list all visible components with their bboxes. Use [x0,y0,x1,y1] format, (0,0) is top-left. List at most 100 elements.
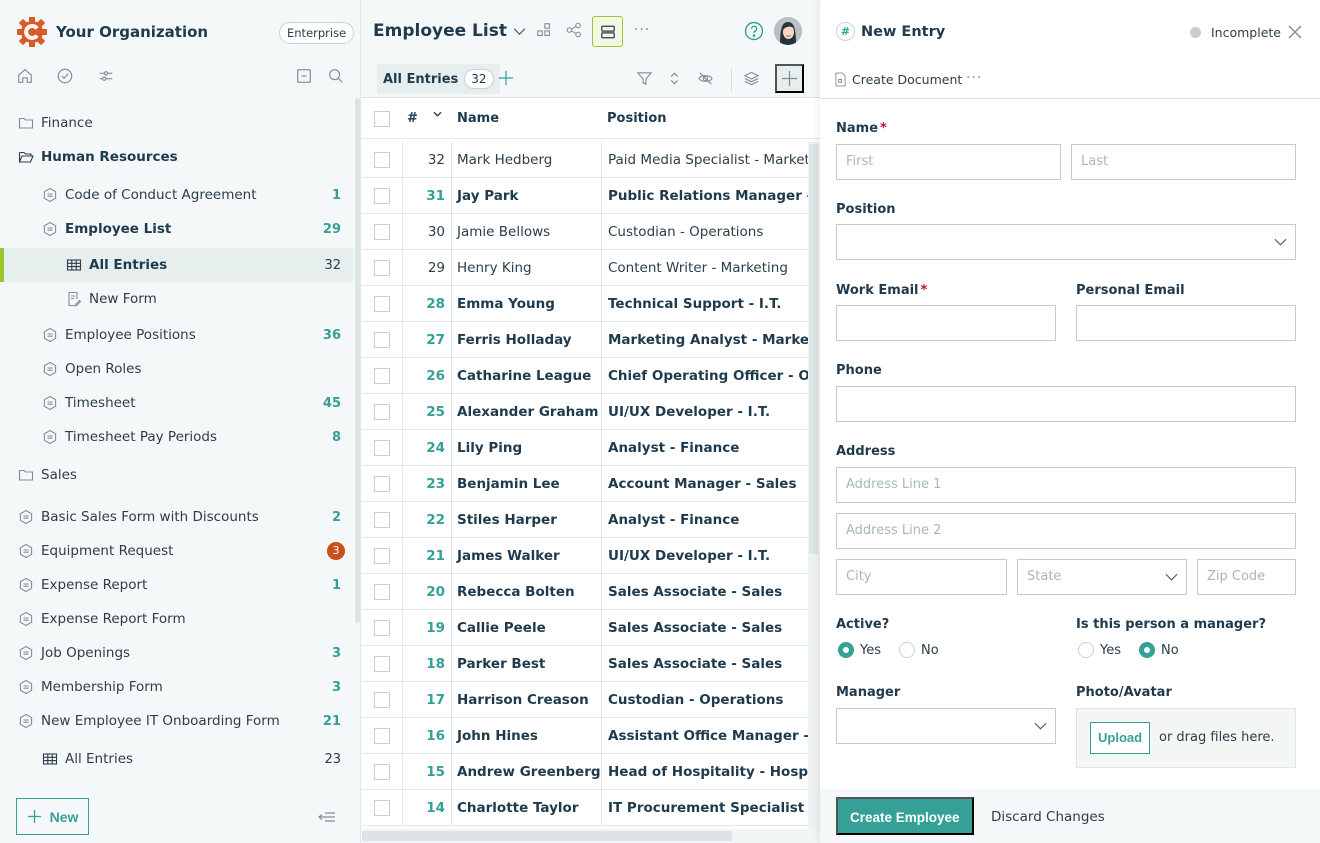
sort-desc-icon[interactable] [433,111,442,118]
row-checkbox[interactable] [374,368,390,384]
collapse-all-icon[interactable] [295,67,315,87]
radio-empty-icon[interactable] [1078,642,1094,658]
radio-selected-icon[interactable] [838,642,854,658]
sidebar-item[interactable]: New Employee IT Onboarding Form 21 [0,704,353,738]
split-layout-button[interactable] [592,16,623,47]
panel-more-icon[interactable]: ··· [966,70,982,86]
sidebar-item[interactable]: Code of Conduct Agreement 1 [0,178,353,212]
org-brand[interactable]: Your Organization [16,16,208,48]
help-icon[interactable] [744,21,764,41]
home-icon[interactable] [16,67,36,87]
tab-all-entries[interactable]: All Entries 32 [377,64,500,94]
phone-input[interactable] [836,386,1296,422]
table-row[interactable]: 30 Jamie Bellows Custodian - Operations [362,214,808,250]
table-row[interactable]: 25 Alexander Graham UI/UX Developer - I.T. [362,394,808,430]
photo-dropzone[interactable]: Upload or drag files here. [1076,708,1296,768]
table-horizontal-scrollbar[interactable] [362,829,820,843]
user-avatar[interactable] [774,17,802,45]
row-checkbox[interactable] [374,188,390,204]
sidebar-item[interactable]: Open Roles [0,352,353,386]
create-employee-button[interactable]: Create Employee [836,797,974,835]
collapse-sidebar-icon[interactable] [318,810,336,824]
sidebar-item[interactable]: Finance [0,106,353,140]
sidebar-item[interactable]: Employee List 29 [0,212,353,246]
row-checkbox[interactable] [374,476,390,492]
position-select[interactable] [836,224,1296,260]
row-checkbox[interactable] [374,620,390,636]
row-checkbox[interactable] [374,728,390,744]
add-entry-button[interactable] [775,64,804,93]
sort-icon[interactable] [666,70,684,88]
address-line2-input[interactable]: Address Line 2 [836,513,1296,549]
row-checkbox[interactable] [374,764,390,780]
table-row[interactable]: 23 Benjamin Lee Account Manager - Sales [362,466,808,502]
table-row[interactable]: 28 Emma Young Technical Support - I.T. [362,286,808,322]
last-name-input[interactable]: Last [1071,144,1296,180]
is-manager-yes-option[interactable]: Yes [1078,642,1121,658]
scroll-thumb[interactable] [362,831,732,841]
table-row[interactable]: 15 Andrew Greenberg Head of Hospitality - … [362,754,808,790]
sidebar-item[interactable]: Sales [0,458,353,492]
table-row[interactable]: 32 Mark Hedberg Paid Media Specialist - Ma… [362,142,808,178]
work-email-input[interactable] [836,305,1056,341]
check-circle-icon[interactable] [56,67,76,87]
table-vertical-scrollbar[interactable] [808,142,820,832]
active-no-option[interactable]: No [899,642,939,658]
sidebar-item[interactable]: Membership Form 3 [0,670,353,704]
is-manager-no-option[interactable]: No [1139,642,1179,658]
row-checkbox[interactable] [374,656,390,672]
column-header-number[interactable]: # [407,111,418,126]
radio-empty-icon[interactable] [899,642,915,658]
row-checkbox[interactable] [374,584,390,600]
new-button[interactable]: New [16,798,89,835]
row-checkbox[interactable] [374,224,390,240]
filter-sliders-icon[interactable] [97,67,117,87]
table-row[interactable]: 20 Rebecca Bolten Sales Associate - Sales [362,574,808,610]
table-row[interactable]: 17 Harrison Creason Custodian - Operations [362,682,808,718]
row-checkbox[interactable] [374,332,390,348]
sidebar-item[interactable]: Basic Sales Form with Discounts 2 [0,500,353,534]
table-row[interactable]: 22 Stiles Harper Analyst - Finance [362,502,808,538]
share-icon[interactable] [565,21,585,41]
sidebar-item[interactable]: Employee Positions 36 [0,318,353,352]
add-view-icon[interactable] [498,70,516,88]
sidebar-item[interactable]: Expense Report 1 [0,568,353,602]
address-line1-input[interactable]: Address Line 1 [836,467,1296,503]
row-checkbox[interactable] [374,260,390,276]
view-title-dropdown[interactable]: Employee List [373,21,526,41]
sidebar-item[interactable]: Timesheet Pay Periods 8 [0,420,353,454]
search-icon[interactable] [327,67,347,87]
create-document-button[interactable]: Create Document [835,72,962,87]
row-checkbox[interactable] [374,440,390,456]
radio-selected-icon[interactable] [1139,642,1155,658]
sidebar-item[interactable]: Timesheet 45 [0,386,353,420]
first-name-input[interactable]: First [836,144,1061,180]
table-row[interactable]: 21 James Walker UI/UX Developer - I.T. [362,538,808,574]
close-icon[interactable] [1287,24,1303,40]
sidebar-item[interactable]: All Entries 23 [0,742,353,776]
sidebar-item[interactable]: Expense Report Form [0,602,353,636]
manager-select[interactable] [836,708,1056,744]
column-header-position[interactable]: Position [607,111,667,126]
table-row[interactable]: 18 Parker Best Sales Associate - Sales [362,646,808,682]
discard-changes-button[interactable]: Discard Changes [991,809,1105,825]
upload-button[interactable]: Upload [1090,722,1151,754]
sidebar-item[interactable]: Equipment Request 3 [0,534,353,568]
table-row[interactable]: 29 Henry King Content Writer - Marketing [362,250,808,286]
table-row[interactable]: 16 John Hines Assistant Office Manager - O… [362,718,808,754]
sidebar-item[interactable]: All Entries 32 [0,248,353,282]
scroll-thumb[interactable] [809,144,818,554]
active-yes-option[interactable]: Yes [838,642,881,658]
city-input[interactable]: City [836,559,1007,595]
more-options-icon[interactable]: ··· [634,22,654,42]
row-checkbox[interactable] [374,404,390,420]
row-checkbox[interactable] [374,512,390,528]
sidebar-item-partial[interactable] [0,776,353,792]
table-row[interactable]: 31 Jay Park Public Relations Manager - Mar… [362,178,808,214]
table-row[interactable]: 27 Ferris Holladay Marketing Analyst - Mar… [362,322,808,358]
table-row[interactable]: 26 Catharine League Chief Operating Office… [362,358,808,394]
row-checkbox[interactable] [374,152,390,168]
table-row[interactable]: 24 Lily Ping Analyst - Finance [362,430,808,466]
row-checkbox[interactable] [374,296,390,312]
row-checkbox[interactable] [374,548,390,564]
